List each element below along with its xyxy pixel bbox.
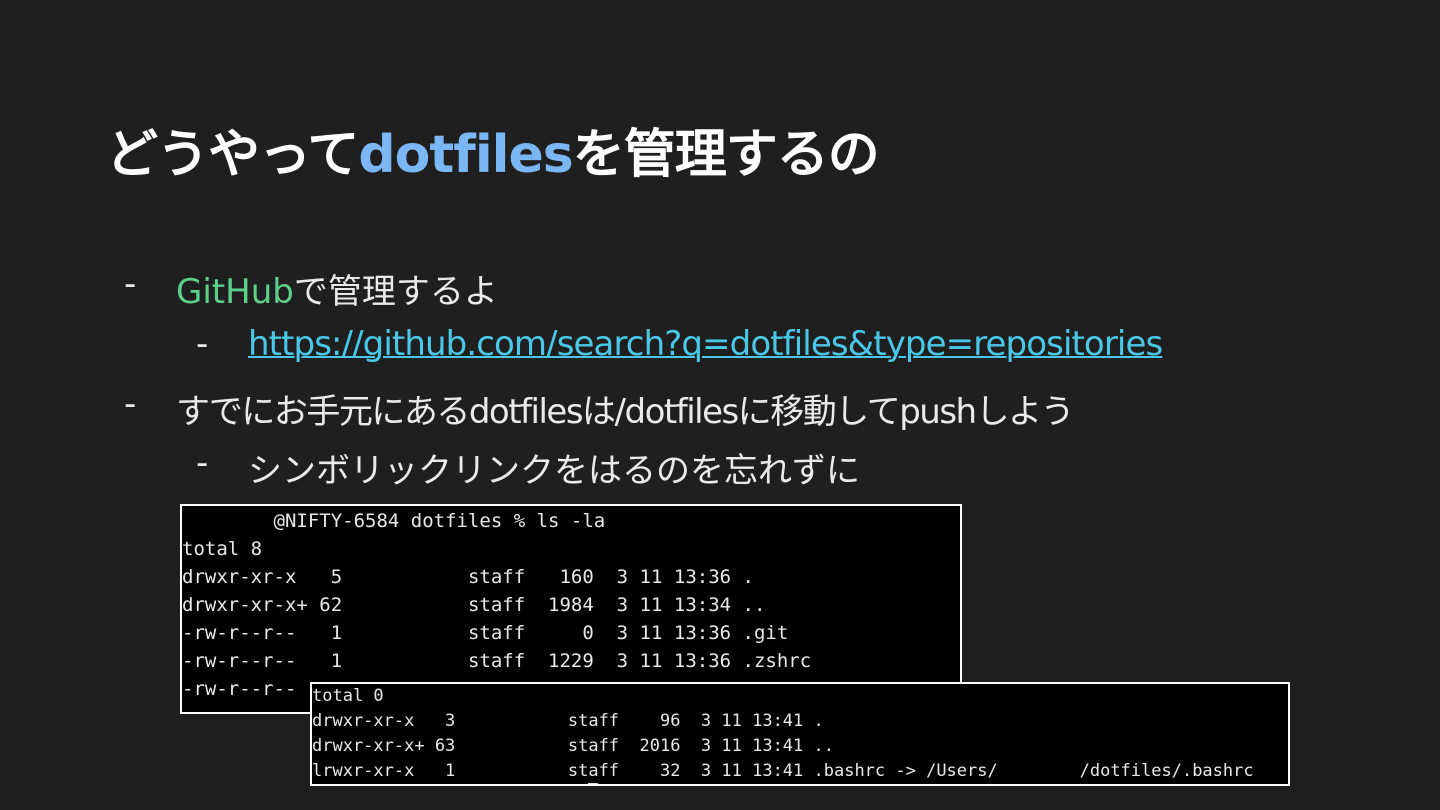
bullet-text: シンボリックリンクをはるのを忘れずに — [248, 451, 860, 491]
title-prefix: どうやって — [106, 125, 359, 185]
terminal-line: total 8 — [182, 538, 263, 560]
bullet-dash: - — [196, 324, 209, 364]
terminal-cursor — [588, 783, 598, 784]
bullet-text: GitHubで管理するよ — [176, 264, 498, 313]
terminal-line: total 0 — [312, 686, 384, 706]
bullet-dash: - — [196, 443, 209, 483]
bullet-text: すでにお手元にあるdotfilesは/dotfilesに移動してpushしよう — [176, 392, 1075, 432]
terminal-line: -rw-r--r-- 1 staff 1229 3 11 13:36 .zshr… — [182, 650, 812, 672]
title-suffix: を管理するの — [572, 125, 880, 185]
bullet-dash: - — [124, 264, 137, 304]
slide-title: どうやってdotfilesを管理するの — [106, 112, 880, 187]
terminal-line: -rw-r--r-- — [182, 678, 297, 700]
terminal-line: -rw-r--r-- 1 staff 0 3 11 13:36 .git — [182, 622, 789, 644]
slide: どうやってdotfilesを管理するの - GitHubで管理するよ - htt… — [0, 0, 1440, 810]
terminal-line: drwxr-xr-x+ 63 staff 2016 3 11 13:41 .. — [312, 736, 834, 756]
bullet-text-rest: で管理するよ — [293, 272, 498, 312]
terminal-line: drwxr-xr-x 3 staff 96 3 11 13:41 . — [312, 711, 824, 731]
github-search-link[interactable]: https://github.com/search?q=dotfiles&typ… — [248, 324, 1163, 364]
terminal-line: drwxr-xr-x+ 62 staff 1984 3 11 13:34 .. — [182, 594, 766, 616]
terminal-line: lrwxr-xr-x 1 staff 32 3 11 13:41 .bashrc… — [312, 761, 1254, 781]
terminal-screenshot-2: total 0 drwxr-xr-x 3 staff 96 3 11 13:41… — [310, 682, 1290, 786]
terminal-line: @NIFTY-6584 dotfiles % ls -la — [182, 510, 606, 532]
bullet-dash: - — [124, 384, 137, 424]
github-label: GitHub — [176, 272, 294, 312]
title-highlight: dotfiles — [358, 125, 573, 185]
terminal-line: drwxr-xr-x 5 staff 160 3 11 13:36 . — [182, 566, 754, 588]
